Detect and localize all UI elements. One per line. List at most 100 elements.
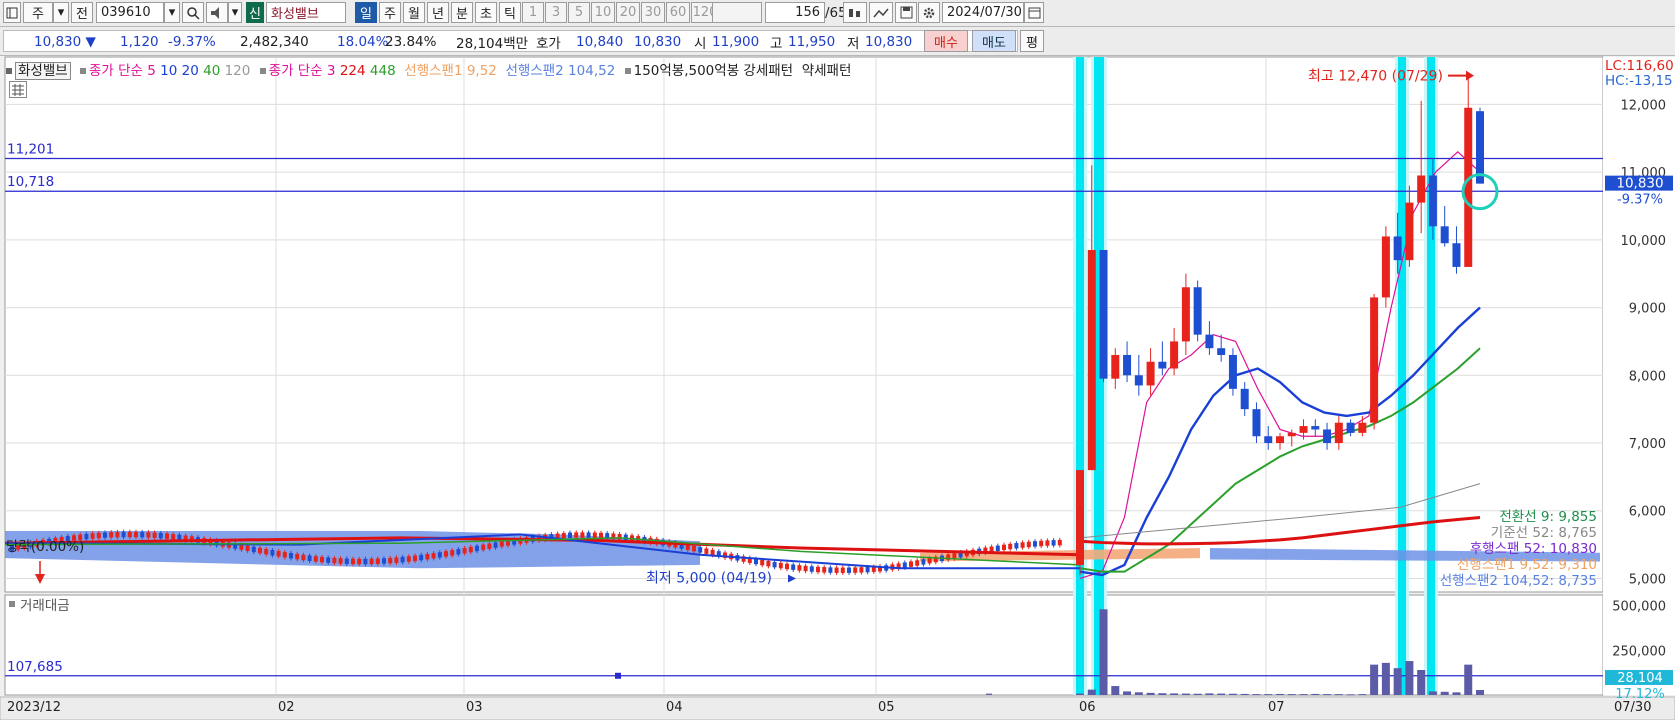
volume-bar[interactable] xyxy=(1170,693,1179,695)
buy-button[interactable]: 매수 xyxy=(924,30,968,52)
interval-button-3[interactable]: 3 xyxy=(545,2,567,23)
chart-icon[interactable] xyxy=(3,2,21,23)
table-icon[interactable] xyxy=(9,81,27,98)
count-input[interactable]: 156 xyxy=(765,2,825,23)
period-tab-1[interactable]: 주 xyxy=(379,2,401,23)
stock-code-input[interactable]: 039610 xyxy=(96,2,164,23)
candle[interactable] xyxy=(1228,354,1237,389)
volume-bar[interactable] xyxy=(1287,694,1296,696)
legend-span1[interactable]: 선행스팬1 9,52 xyxy=(404,63,497,79)
period-tab-0[interactable]: 일 xyxy=(355,2,377,23)
line-tool-icon[interactable] xyxy=(869,2,893,23)
interval-button-20[interactable]: 20 xyxy=(616,2,640,23)
volume-bar[interactable] xyxy=(1334,694,1343,696)
candle[interactable] xyxy=(1111,354,1120,379)
volume-bar[interactable] xyxy=(1205,693,1214,695)
candle[interactable] xyxy=(1346,422,1355,433)
candle[interactable] xyxy=(1299,426,1308,433)
volume-bar[interactable] xyxy=(1428,691,1437,695)
save-icon[interactable] xyxy=(895,2,917,23)
period-select[interactable]: 주 xyxy=(23,2,53,23)
legend-ma10[interactable]: 10 xyxy=(160,63,177,79)
period-tab-5[interactable]: 초 xyxy=(475,2,497,23)
volume-bar[interactable] xyxy=(1264,694,1273,696)
candle[interactable] xyxy=(1087,250,1096,471)
candle[interactable] xyxy=(1193,287,1202,335)
volume-bar[interactable] xyxy=(1452,692,1461,695)
interval-button-30[interactable]: 30 xyxy=(641,2,665,23)
legend-ma224[interactable]: 224 xyxy=(340,63,366,79)
legend-ma20[interactable]: 20 xyxy=(182,63,199,79)
volume-bar[interactable] xyxy=(1276,693,1284,695)
candle[interactable] xyxy=(1311,426,1320,430)
volume-bar[interactable] xyxy=(1123,691,1132,695)
volume-bar[interactable] xyxy=(1358,694,1367,696)
speaker-icon[interactable] xyxy=(206,2,228,23)
candle[interactable] xyxy=(1181,287,1190,342)
candle[interactable] xyxy=(1134,375,1143,386)
price-panel[interactable] xyxy=(4,56,1604,593)
volume-bar[interactable] xyxy=(1440,691,1449,695)
volume-bar[interactable] xyxy=(1099,609,1108,695)
volume-bar[interactable] xyxy=(1464,664,1473,695)
volume-bar[interactable] xyxy=(1346,694,1355,696)
period-tab-3[interactable]: 년 xyxy=(427,2,449,23)
sell-button[interactable]: 매도 xyxy=(972,30,1016,52)
dropdown-icon[interactable]: ▾ xyxy=(53,2,69,23)
volume-bar[interactable] xyxy=(1299,694,1308,696)
legend-weak[interactable]: 약세패턴 xyxy=(802,63,852,79)
candle[interactable] xyxy=(1334,422,1343,444)
candle[interactable] xyxy=(1252,409,1261,437)
candle[interactable] xyxy=(1099,250,1108,379)
eval-button[interactable]: 평 xyxy=(1020,30,1044,52)
volume-bar[interactable] xyxy=(1146,692,1155,695)
candle[interactable] xyxy=(1452,243,1461,267)
period-tab-4[interactable]: 분 xyxy=(451,2,473,23)
legend-stock[interactable]: 화성밸브 xyxy=(15,62,71,80)
settings-icon[interactable] xyxy=(918,2,940,23)
candle[interactable] xyxy=(1393,236,1402,261)
dropdown-icon[interactable]: ▾ xyxy=(164,2,180,23)
volume-panel[interactable] xyxy=(4,594,1604,696)
blank-field[interactable] xyxy=(712,2,762,23)
volume-bar[interactable] xyxy=(1240,693,1249,695)
volume-bar[interactable] xyxy=(1087,689,1096,695)
candle[interactable] xyxy=(1287,432,1296,437)
period-tab-2[interactable]: 월 xyxy=(403,2,425,23)
legend-span2[interactable]: 선행스팬2 104,52 xyxy=(506,63,616,79)
volume-bar[interactable] xyxy=(1158,693,1167,695)
volume-bar[interactable] xyxy=(1111,686,1120,695)
search-icon[interactable] xyxy=(182,2,204,23)
candle[interactable] xyxy=(1381,236,1390,298)
candle[interactable] xyxy=(1123,354,1132,376)
legend-ma120[interactable]: 120 xyxy=(225,63,251,79)
date-input[interactable]: 2024/07/30 xyxy=(942,2,1024,23)
candle[interactable] xyxy=(1170,341,1179,369)
volume-bar[interactable] xyxy=(1323,694,1332,696)
candle[interactable] xyxy=(1205,334,1214,349)
period-tab-6[interactable]: 틱 xyxy=(499,2,521,23)
stock-chart[interactable]: 12,00011,00010,0009,0008,0007,0006,0005,… xyxy=(0,56,1675,720)
candle[interactable] xyxy=(1358,422,1367,433)
volume-bar[interactable] xyxy=(1181,693,1190,695)
candle[interactable] xyxy=(1370,297,1379,423)
volume-bar[interactable] xyxy=(1311,693,1320,695)
legend-pattern[interactable]: 150억봉,500억봉 강세패턴 xyxy=(634,63,793,79)
candle[interactable] xyxy=(1264,436,1273,444)
volume-bar[interactable] xyxy=(1476,689,1484,695)
candle[interactable] xyxy=(1217,348,1226,355)
interval-button-10[interactable]: 10 xyxy=(591,2,615,23)
legend-ma2-label[interactable]: 종가 단순 3 xyxy=(269,63,336,79)
interval-button-5[interactable]: 5 xyxy=(568,2,590,23)
candle[interactable] xyxy=(1428,175,1437,227)
candle[interactable] xyxy=(1417,175,1426,203)
candle[interactable] xyxy=(1076,470,1084,565)
grid-icon[interactable] xyxy=(843,2,867,23)
volume-bar[interactable] xyxy=(1217,693,1226,695)
volume-bar[interactable] xyxy=(1370,664,1379,695)
candle[interactable] xyxy=(1276,436,1284,444)
interval-button-60[interactable]: 60 xyxy=(666,2,690,23)
dropdown-icon[interactable]: ▾ xyxy=(228,2,242,23)
legend-ma40[interactable]: 40 xyxy=(203,63,220,79)
legend-ma-label[interactable]: 종가 단순 5 xyxy=(89,63,156,79)
